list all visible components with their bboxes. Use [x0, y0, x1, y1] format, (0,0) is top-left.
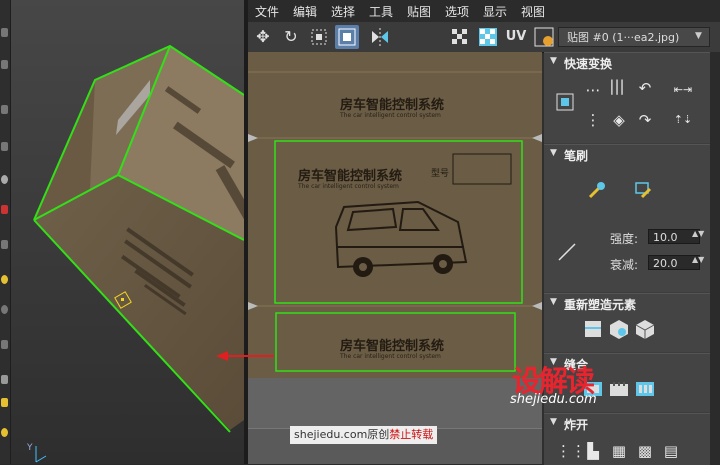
source-prefix: shejiedu.com原创 [294, 428, 390, 441]
tool-icon[interactable] [1, 305, 8, 314]
menu-edit[interactable]: 编辑 [293, 3, 317, 20]
site-url: shejiedu.com [510, 392, 597, 407]
map-select[interactable]: 贴图 #0 (1···ea2.jpg) [558, 27, 710, 47]
weld-icon[interactable]: ▩ [634, 440, 656, 462]
rollout-brush: ▼ 笔刷 强度: 10.0 ▲▼ 衰减: 20.0 ▲▼ [544, 144, 710, 292]
spinner-arrows-icon[interactable]: ▲▼ [692, 255, 704, 264]
canvas-empty-area [248, 378, 542, 428]
settings-icon[interactable] [532, 25, 556, 49]
uv-toolbar: ✥ ↻ UV 贴图 #0 (1···ea2.jpg) ▼ [248, 22, 720, 53]
cube-icon[interactable] [634, 318, 656, 340]
menu-file[interactable]: 文件 [255, 3, 279, 20]
menu-select[interactable]: 选择 [331, 3, 355, 20]
texture-subtitle-top: The car intelligent control system [340, 112, 441, 119]
tool-icon[interactable] [1, 28, 8, 37]
rotate-icon[interactable]: ↻ [279, 25, 303, 49]
align-tb-icon[interactable]: ⇡⇣ [672, 109, 694, 131]
tool-icon[interactable] [1, 340, 8, 349]
tool-icon[interactable] [1, 275, 8, 284]
relax-brush-icon[interactable] [632, 179, 654, 201]
tool-icon[interactable] [1, 105, 8, 114]
rotate-ccw-icon[interactable]: ↶ [634, 77, 656, 99]
falloff-curve-icon[interactable] [556, 241, 578, 263]
texture-map: 房车智能控制系统 The car intelligent control sys… [248, 52, 542, 378]
align-center-icon[interactable] [554, 91, 576, 113]
paint-move-icon[interactable] [586, 179, 608, 201]
red-arrow [216, 351, 274, 361]
tool-icon[interactable] [1, 375, 8, 384]
texture-title-mid: 房车智能控制系统 [298, 169, 403, 184]
falloff-label: 衰减: [610, 258, 639, 272]
texture-subtitle-bottom: The car intelligent control system [340, 353, 441, 360]
collapse-icon[interactable]: ▼ [550, 417, 557, 427]
freeform-icon[interactable] [335, 25, 359, 49]
stitch-target-icon[interactable] [634, 378, 656, 400]
tool-icon[interactable] [1, 205, 8, 214]
tool-icon[interactable] [1, 240, 8, 249]
texture-title-bottom: 房车智能控制系统 [340, 339, 445, 354]
uv-toggle-button[interactable]: UV [504, 25, 528, 49]
source-watermark: shejiedu.com原创禁止转载 [290, 426, 438, 444]
rollout-title[interactable]: 快速变换 [564, 55, 612, 72]
rollout-explode: ▼ 炸开 ⋮⋮ ▙ ▦ ▩ ▤ [544, 413, 710, 465]
align-vertical-icon[interactable]: ⋮ [582, 109, 604, 131]
collapse-icon[interactable]: ▼ [550, 297, 557, 307]
left-toolbar [0, 0, 11, 464]
menu-tools[interactable]: 工具 [369, 3, 393, 20]
tool-icon[interactable] [1, 142, 8, 151]
checker-blue-icon[interactable] [476, 25, 500, 49]
source-warning: 禁止转载 [389, 428, 434, 441]
3d-viewport[interactable]: Y [0, 0, 244, 464]
spinner-arrows-icon[interactable]: ▲▼ [692, 229, 704, 238]
checker-icon[interactable] [448, 25, 472, 49]
align-horizontal-icon[interactable]: ⋯ [582, 79, 604, 101]
strength-label: 强度: [610, 232, 639, 246]
move-icon[interactable]: ✥ [251, 25, 275, 49]
collapse-icon[interactable]: ▼ [550, 56, 557, 66]
rotate-cw-icon[interactable]: ↷ [634, 109, 656, 131]
rollout-title[interactable]: 重新塑造元素 [564, 296, 636, 313]
tool-icon[interactable] [1, 428, 8, 437]
relax-cube-icon[interactable] [608, 318, 630, 340]
model-label: 型号 [431, 169, 450, 179]
split-icon[interactable]: ▦ [608, 440, 630, 462]
menu-bar: 文件 编辑 选择 工具 贴图 选项 显示 视图 [248, 0, 720, 23]
tool-icon[interactable] [1, 175, 8, 184]
uv-canvas[interactable]: 房车智能控制系统 The car intelligent control sys… [248, 52, 542, 464]
flatten-icon[interactable]: ▤ [660, 440, 682, 462]
chevron-down-icon[interactable]: ▼ [695, 31, 702, 41]
tool-icon[interactable] [1, 398, 8, 407]
explode-icon[interactable]: ⋮⋮ [556, 440, 586, 462]
collapse-icon[interactable]: ▼ [550, 148, 557, 158]
straighten-icon[interactable] [582, 318, 604, 340]
align-lr-icon[interactable]: ⇤⇥ [672, 79, 694, 101]
mirror-icon[interactable] [368, 25, 392, 49]
menu-options[interactable]: 选项 [445, 3, 469, 20]
break-icon[interactable]: ▙ [582, 440, 604, 462]
stitch-average-icon[interactable] [608, 378, 630, 400]
tool-icon[interactable] [1, 60, 8, 69]
panel-scrollbar[interactable] [710, 52, 720, 464]
rollout-title[interactable]: 笔刷 [564, 147, 588, 164]
rollout-reshape: ▼ 重新塑造元素 [544, 293, 710, 352]
distribute-icon[interactable]: ||| [606, 75, 628, 97]
menu-view[interactable]: 视图 [521, 3, 545, 20]
menu-display[interactable]: 显示 [483, 3, 507, 20]
grid-icon[interactable]: ◈ [608, 109, 630, 131]
axis-y-label: Y [27, 443, 33, 453]
menu-map[interactable]: 贴图 [407, 3, 431, 20]
rollout-title[interactable]: 炸开 [564, 416, 588, 433]
texture-subtitle-mid: The car intelligent control system [298, 183, 399, 190]
rollout-quick-transform: ▼ 快速变换 ⋯ ||| ↶ ⋮ ◈ ↷ ⇤⇥ ⇡⇣ [544, 52, 710, 143]
scale-icon[interactable] [307, 25, 331, 49]
texture-title-top: 房车智能控制系统 [340, 98, 445, 113]
viewport-scene [0, 0, 244, 464]
